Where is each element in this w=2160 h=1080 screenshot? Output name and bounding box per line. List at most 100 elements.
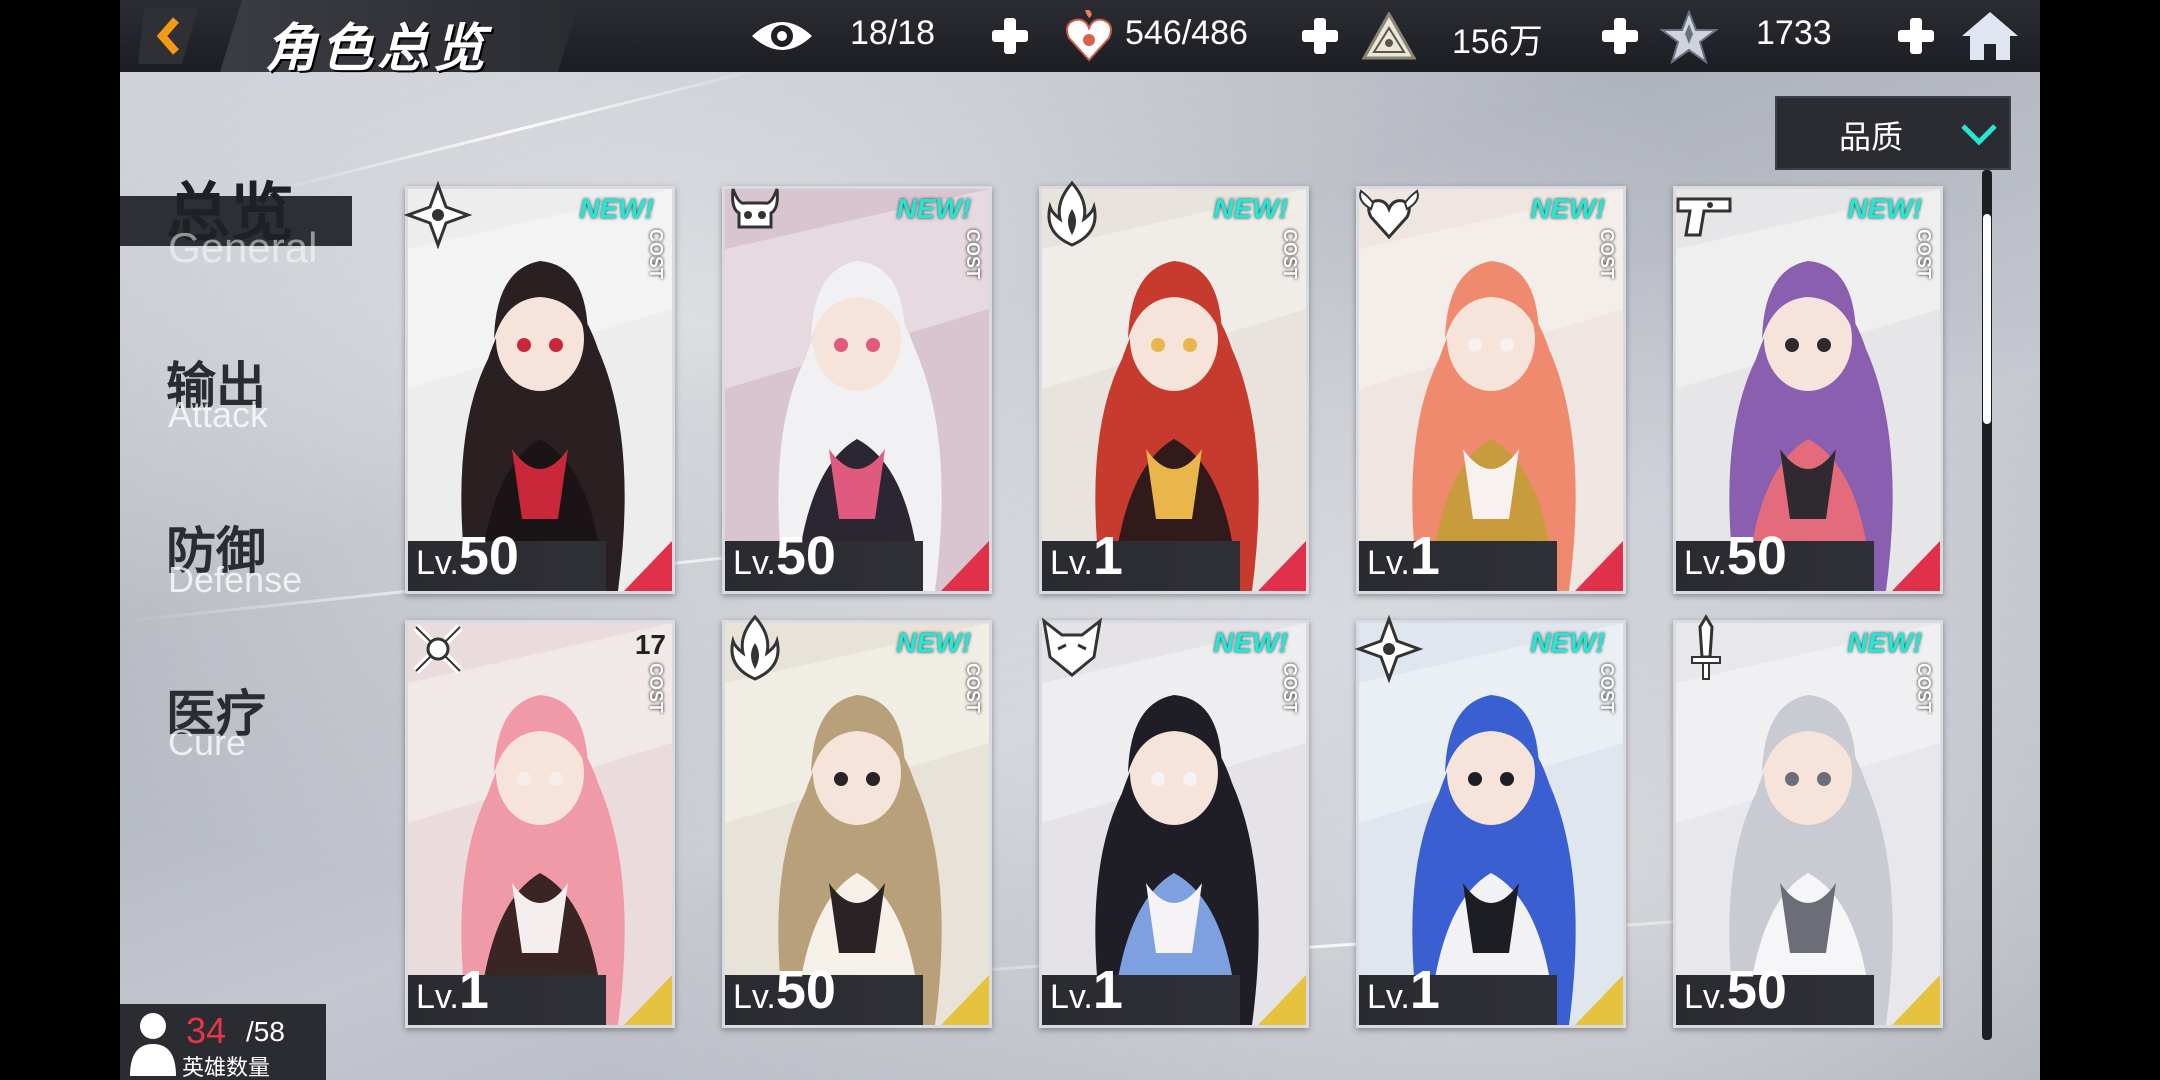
tab-sublabel: Cure <box>168 722 247 763</box>
level-text: Lv.1 <box>1050 525 1123 587</box>
shuriken-icon <box>1354 614 1424 684</box>
level-prefix: Lv. <box>416 978 459 1016</box>
level-text: Lv.50 <box>1684 959 1787 1021</box>
cost-label: COST <box>1280 229 1300 280</box>
tab-sublabel: General <box>168 224 318 271</box>
resource-heart: 546/486 <box>1065 0 1365 72</box>
cost-label: COST <box>963 229 983 280</box>
new-badge: NEW! <box>1530 627 1605 658</box>
cost-label: COST <box>963 663 983 714</box>
level-prefix: Lv. <box>1367 544 1410 582</box>
level-text: Lv.1 <box>416 959 489 1021</box>
dagger-icon <box>1691 614 1721 680</box>
rarity-corner <box>624 541 672 591</box>
rarity-corner <box>1575 541 1623 591</box>
level-value: 1 <box>1092 960 1123 1020</box>
new-badge: NEW! <box>579 193 654 224</box>
hero-count-label: 英雄数量 <box>182 1056 271 1080</box>
hero-count-current: 34 <box>186 1010 227 1051</box>
new-badge: NEW! <box>1213 193 1288 224</box>
tab-cure[interactable]: 医疗 Cure <box>120 668 370 768</box>
rarity-corner <box>941 541 989 591</box>
rarity-corner <box>1892 541 1940 591</box>
tab-sublabel: Attack <box>168 394 269 435</box>
resource-value: 1733 <box>1756 14 1832 52</box>
add-crystal-button[interactable] <box>1896 16 1936 56</box>
rarity-corner <box>941 975 989 1025</box>
fox-mask-icon <box>1041 617 1103 677</box>
character-card[interactable]: Lv.1 COST 17 <box>405 620 675 1028</box>
character-card[interactable]: Lv.50 COST NEW! <box>722 614 992 1028</box>
cost-label: COST <box>1597 663 1617 714</box>
add-heart-button[interactable] <box>1300 16 1340 56</box>
winged-heart-icon <box>1359 189 1419 240</box>
page-title: 角色总览 <box>265 18 490 79</box>
level-prefix: Lv. <box>416 544 459 582</box>
heart-flame-icon <box>1066 10 1112 62</box>
level-value: 1 <box>458 960 489 1020</box>
tab-defense[interactable]: 防御 Defense <box>120 505 370 605</box>
cost-label: COST <box>1597 229 1617 280</box>
new-badge: NEW! <box>896 627 971 658</box>
pyramid-icon <box>1362 12 1416 60</box>
star-crystal-icon <box>1660 10 1718 64</box>
rarity-corner <box>624 975 672 1025</box>
level-prefix: Lv. <box>1050 544 1093 582</box>
flame-icon <box>730 614 780 681</box>
character-card[interactable]: Lv.1 COST NEW! <box>1039 180 1309 594</box>
character-card[interactable]: Lv.50 COST NEW! <box>403 180 675 594</box>
resource-value: 156万 <box>1452 23 1543 61</box>
back-button[interactable] <box>138 8 228 64</box>
new-badge: NEW! <box>1530 193 1605 224</box>
resource-stamina: 18/18 <box>750 0 1050 72</box>
level-value: 1 <box>1409 526 1440 586</box>
sort-dropdown[interactable]: 品质 <box>1775 96 2011 170</box>
hero-count-panel: 34 /58 英雄数量 <box>120 1004 326 1080</box>
level-text: Lv.50 <box>733 525 836 587</box>
level-text: Lv.50 <box>733 959 836 1021</box>
level-value: 50 <box>1726 526 1787 586</box>
level-prefix: Lv. <box>1367 978 1410 1016</box>
rarity-corner <box>1258 975 1306 1025</box>
new-badge: NEW! <box>896 193 971 224</box>
flame-icon <box>1047 180 1097 247</box>
tab-sublabel: Defense <box>168 559 303 600</box>
rarity-corner <box>1892 975 1940 1025</box>
add-stamina-button[interactable] <box>990 16 1030 56</box>
cost-value: 17 <box>634 629 666 660</box>
scrollbar-thumb[interactable] <box>1983 214 1991 424</box>
character-card[interactable]: Lv.1 COST NEW! <box>1039 617 1309 1028</box>
level-prefix: Lv. <box>733 978 776 1016</box>
level-value: 50 <box>775 960 836 1020</box>
cost-label: COST <box>1914 229 1934 280</box>
level-prefix: Lv. <box>1684 978 1727 1016</box>
eye-icon <box>752 22 812 50</box>
character-card[interactable]: Lv.50 COST NEW! <box>1673 614 1943 1028</box>
sort-label: 品质 <box>1839 118 1904 156</box>
back-arrow-icon <box>138 8 198 64</box>
tab-attack[interactable]: 输出 Attack <box>120 340 370 440</box>
level-value: 1 <box>1092 526 1123 586</box>
hero-count-max: /58 <box>246 1016 285 1047</box>
home-button[interactable] <box>1960 8 2020 64</box>
level-text: Lv.50 <box>416 525 519 587</box>
resource-gold: 156万 <box>1362 0 1662 72</box>
tab-general[interactable]: 总览 General <box>120 150 370 271</box>
cost-label: COST <box>1914 663 1934 714</box>
rarity-corner <box>1258 541 1306 591</box>
level-value: 50 <box>775 526 836 586</box>
new-badge: NEW! <box>1847 627 1922 658</box>
character-card[interactable]: Lv.50 COST NEW! <box>722 186 992 594</box>
home-icon <box>1962 12 2018 60</box>
new-badge: NEW! <box>1847 193 1922 224</box>
add-gold-button[interactable] <box>1600 16 1640 56</box>
level-prefix: Lv. <box>733 544 776 582</box>
character-card[interactable]: Lv.1 COST NEW! <box>1354 614 1626 1028</box>
resource-value: 18/18 <box>850 14 936 52</box>
person-icon <box>130 1013 176 1076</box>
character-overview-screen: 角色总览 18/18 546/486 156万 1733 品质 总览 Gener… <box>120 0 2040 1080</box>
character-card[interactable]: Lv.1 COST NEW! <box>1356 186 1626 594</box>
level-text: Lv.1 <box>1367 959 1440 1021</box>
character-card[interactable]: Lv.50 COST NEW! <box>1673 186 1943 594</box>
level-prefix: Lv. <box>1684 544 1727 582</box>
